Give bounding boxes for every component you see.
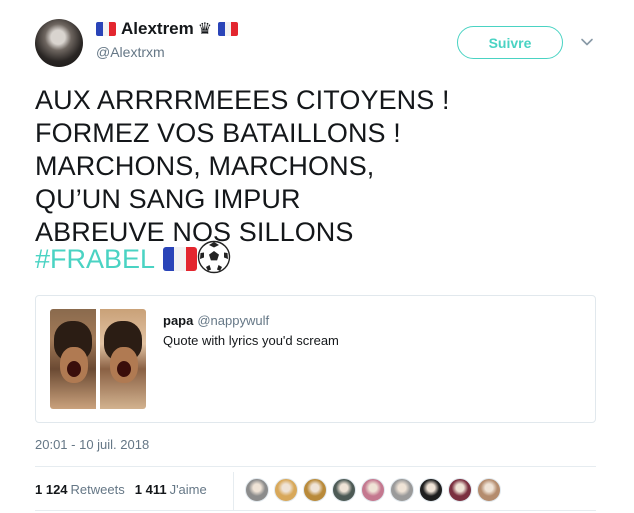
france-flag-icon xyxy=(96,22,116,36)
quoted-tweet-card[interactable]: papa @nappywulf Quote with lyrics you'd s… xyxy=(35,295,596,423)
liker-avatar[interactable] xyxy=(419,478,443,502)
mouth-shape xyxy=(67,361,81,377)
liker-avatars xyxy=(245,478,506,502)
soccer-ball-icon xyxy=(197,240,231,274)
retweets-label: Retweets xyxy=(70,482,125,497)
quoted-media-thumbnail[interactable] xyxy=(50,309,96,409)
quoted-author-name[interactable]: papa xyxy=(163,313,193,328)
france-flag-icon xyxy=(218,22,239,36)
quoted-author-handle[interactable]: @nappywulf xyxy=(197,313,269,328)
likes-stat[interactable]: 1 411 J'aime xyxy=(135,482,207,497)
liker-avatar[interactable] xyxy=(390,478,414,502)
liker-avatar[interactable] xyxy=(303,478,327,502)
liker-avatar[interactable] xyxy=(245,478,269,502)
likes-count: 1 411 xyxy=(134,482,167,497)
liker-avatar[interactable] xyxy=(361,478,385,502)
author-name[interactable]: Alextrem xyxy=(121,19,194,38)
mouth-shape xyxy=(117,361,131,377)
tweet-stats: 1 124 Retweets 1 411 J'aime xyxy=(35,482,207,497)
tweet-line: FORMEZ VOS BATAILLONS ! xyxy=(35,118,401,148)
crown-icon: ♛ xyxy=(197,21,213,38)
liker-avatar[interactable] xyxy=(448,478,472,502)
liker-avatar[interactable] xyxy=(477,478,501,502)
france-flag-icon xyxy=(163,247,198,271)
vertical-divider xyxy=(233,472,234,510)
hashtag-link[interactable]: #FRABEL xyxy=(35,244,155,274)
quoted-author[interactable]: papa @nappywulf xyxy=(163,313,269,328)
follow-button[interactable]: Suivre xyxy=(457,26,563,59)
divider xyxy=(35,466,596,467)
retweets-count: 1 124 xyxy=(35,482,68,497)
tweet-line: MARCHONS, MARCHONS, xyxy=(35,151,375,181)
divider xyxy=(35,510,596,511)
tweet-line: QU’UN SANG IMPUR xyxy=(35,184,301,214)
liker-avatar[interactable] xyxy=(274,478,298,502)
quoted-tweet-text: Quote with lyrics you'd scream xyxy=(163,333,339,348)
tweet-text: AUX ARRRRMEEES CITOYENS ! FORMEZ VOS BAT… xyxy=(35,84,595,249)
author-name-line[interactable]: Alextrem ♛ xyxy=(96,19,239,39)
author-avatar[interactable] xyxy=(35,19,83,67)
author-handle[interactable]: @Alextrxm xyxy=(96,44,165,60)
tweet-timestamp[interactable]: 20:01 - 10 juil. 2018 xyxy=(35,437,149,452)
tweet-line: AUX ARRRRMEEES CITOYENS ! xyxy=(35,85,450,115)
likes-label: J'aime xyxy=(169,482,207,497)
liker-avatar[interactable] xyxy=(332,478,356,502)
quoted-media-thumbnail[interactable] xyxy=(100,309,146,409)
retweets-stat[interactable]: 1 124 Retweets xyxy=(35,482,125,497)
chevron-down-icon[interactable] xyxy=(579,34,595,50)
hashtag-line: #FRABEL xyxy=(35,240,231,276)
